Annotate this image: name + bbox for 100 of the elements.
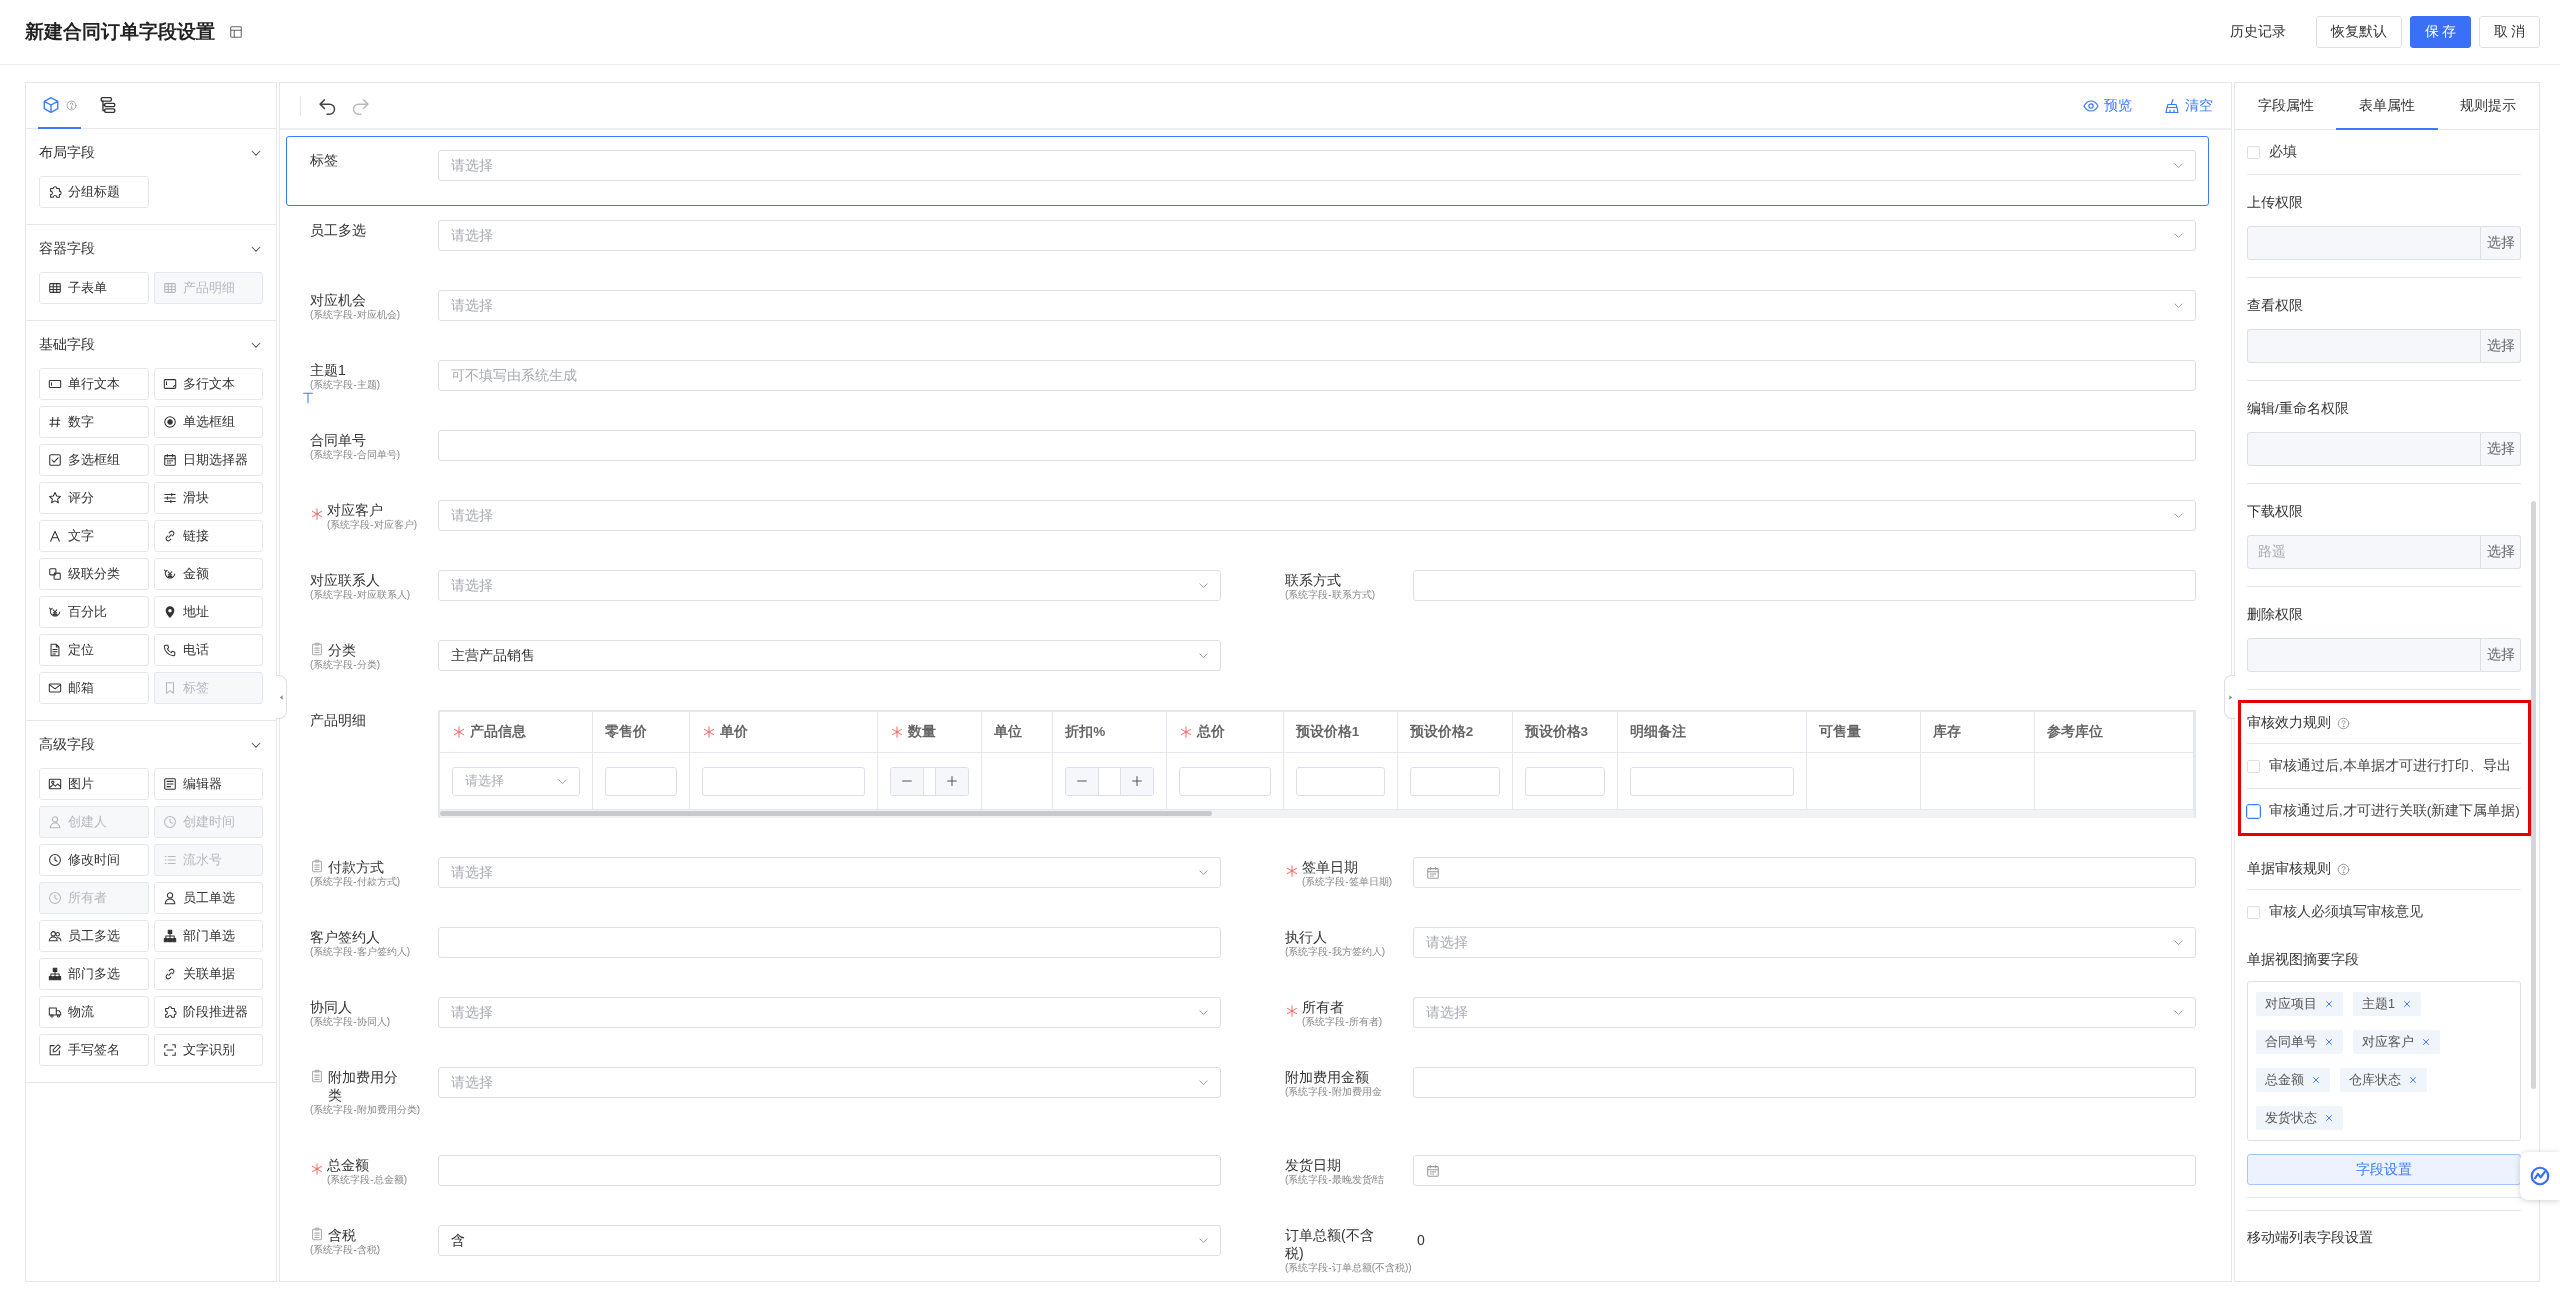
section-title: 删除权限 — [2247, 606, 2304, 624]
field-type-item[interactable]: 修改时间 — [39, 844, 149, 876]
field-note: (系统字段-联系方式) — [1285, 589, 1375, 601]
field-type-item[interactable]: 级联分类 — [39, 558, 149, 590]
field-note: (系统字段-我方签约人) — [1285, 946, 1385, 958]
field-note: (系统字段-签单日期) — [1302, 876, 1392, 888]
field-type-item[interactable]: 多行文本 — [153, 368, 263, 400]
preview-button[interactable]: 预览 — [2083, 96, 2132, 115]
field-label: 附加费用分类 — [328, 1068, 399, 1104]
column-header: 可售量 — [1807, 712, 1922, 753]
column-header: 预设价格3 — [1512, 712, 1618, 753]
section-title: 审核效力规则 — [2247, 714, 2331, 732]
field-type-item[interactable]: 金额 — [153, 558, 263, 590]
column-header: 总价 — [1167, 712, 1284, 753]
panel-tab[interactable]: 规则提示 — [2437, 83, 2539, 130]
field-type-item[interactable]: 图片 — [39, 768, 149, 800]
choose-button[interactable]: 选择 — [2481, 329, 2521, 363]
field-type-item[interactable]: 文字识别 — [153, 1034, 263, 1066]
field-type-item[interactable]: 单行文本 — [39, 368, 149, 400]
field-tag: 对应客户 — [2353, 1030, 2440, 1054]
field-type-item[interactable]: 手写签名 — [39, 1034, 149, 1066]
section-title: 查看权限 — [2247, 297, 2304, 315]
field-label: 分类 — [328, 641, 356, 659]
field-type-item[interactable]: 评分 — [39, 482, 149, 514]
field-type-item[interactable]: 部门单选 — [153, 920, 263, 952]
field-note: (系统字段-总金额) — [327, 1174, 407, 1186]
field-note: (系统字段-附加费用金 — [1285, 1086, 1382, 1098]
field-type-item[interactable]: 链接 — [153, 520, 263, 552]
field-type-item[interactable]: 分组标题 — [39, 176, 149, 208]
field-value: 0 — [1416, 1231, 1426, 1250]
field-type-item[interactable]: 员工单选 — [153, 882, 263, 914]
field-note: (系统字段-合同单号) — [310, 449, 400, 461]
section-title: 上传权限 — [2247, 194, 2304, 212]
field-settings-button[interactable]: 字段设置 — [2247, 1154, 2521, 1185]
panel-tab[interactable]: 表单属性 — [2336, 83, 2438, 130]
field-tag: 对应项目 — [2256, 992, 2343, 1016]
field-label: 总金额 — [327, 1156, 369, 1174]
choose-button[interactable]: 选择 — [2481, 226, 2521, 260]
field-note: (系统字段-协同人) — [310, 1016, 390, 1028]
field-label: 执行人 — [1285, 928, 1327, 946]
field-label: 联系方式 — [1285, 571, 1341, 589]
field-label: 含税 — [328, 1226, 356, 1244]
field-note: (系统字段-最晚发货/结 — [1285, 1174, 1385, 1186]
choose-button[interactable]: 选择 — [2481, 638, 2521, 672]
column-header: 折扣% — [1053, 712, 1168, 753]
field-note: (系统字段-对应机会) — [310, 309, 400, 321]
field-type-item[interactable]: 部门多选 — [39, 958, 149, 990]
field-label: 员工多选 — [310, 221, 366, 239]
field-note: (系统字段-含税) — [310, 1244, 380, 1256]
column-header: 参考库位 — [2035, 712, 2194, 753]
field-label: 主题1 — [310, 361, 346, 379]
field-tag: 发货状态 — [2256, 1106, 2343, 1130]
save-button[interactable]: 保存 — [2410, 16, 2471, 48]
column-header: 预设价格2 — [1397, 712, 1513, 753]
field-type-item[interactable]: 滑块 — [153, 482, 263, 514]
field-type-item[interactable]: 物流 — [39, 996, 149, 1028]
field-type-item[interactable]: 单选框组 — [153, 406, 263, 438]
field-type-item[interactable]: 阶段推进器 — [153, 996, 263, 1028]
field-tag: 仓库状态 — [2340, 1068, 2427, 1092]
field-label: 付款方式 — [328, 858, 384, 876]
field-label: 协同人 — [310, 998, 352, 1016]
tag-list-panel[interactable]: 对应项目 主题1 合同单号 对应客户 总金额 仓库状态 发货状态 — [2247, 981, 2521, 1141]
cancel-button[interactable]: 取消 — [2479, 16, 2540, 48]
field-label: 对应联系人 — [310, 571, 380, 589]
select-field[interactable]: 主营产品销售 — [438, 640, 1221, 671]
panel-tab[interactable]: 字段属性 — [2235, 83, 2337, 130]
field-type-item[interactable]: 关联单据 — [153, 958, 263, 990]
column-header: 明细备注 — [1617, 712, 1808, 753]
section-title: 高级字段 — [39, 735, 95, 754]
field-type-item[interactable]: 子表单 — [39, 272, 149, 304]
clear-button[interactable]: 清空 — [2164, 96, 2213, 115]
choose-button[interactable]: 选择 — [2481, 432, 2521, 466]
column-header: 产品信息 — [440, 712, 593, 753]
field-note: (系统字段-付款方式) — [310, 876, 400, 888]
field-label: 签单日期 — [1302, 858, 1358, 876]
field-type-item[interactable]: 日期选择器 — [153, 444, 263, 476]
restore-default-button[interactable]: 恢复默认 — [2316, 16, 2402, 48]
field-type-item[interactable]: 文字 — [39, 520, 149, 552]
field-type-item[interactable]: 员工多选 — [39, 920, 149, 952]
field-type-item[interactable]: 邮箱 — [39, 672, 149, 704]
field-type-item[interactable]: 电话 — [153, 634, 263, 666]
field-type-item[interactable]: 定位 — [39, 634, 149, 666]
field-label: 对应机会 — [310, 291, 366, 309]
field-label: 对应客户 — [327, 501, 383, 519]
field-type-item[interactable]: 百分比 — [39, 596, 149, 628]
history-link[interactable]: 历史记录 — [2230, 23, 2286, 41]
field-type-item[interactable]: 多选框组 — [39, 444, 149, 476]
selected-field-frame[interactable]: 标签 请选择 — [286, 136, 2209, 206]
section-title: 容器字段 — [39, 239, 95, 258]
field-type-item[interactable]: 数字 — [39, 406, 149, 438]
field-note: (系统字段-对应客户) — [327, 519, 417, 531]
section-title: 下载权限 — [2247, 503, 2304, 521]
field-note: (系统字段-附加费用分类) — [310, 1104, 420, 1116]
choose-button[interactable]: 选择 — [2481, 535, 2521, 569]
field-type-item[interactable]: 地址 — [153, 596, 263, 628]
field-type-item[interactable]: 编辑器 — [153, 768, 263, 800]
column-header: 单位 — [982, 712, 1054, 753]
field-note: (系统字段-订单总额(不含税)) — [1285, 1262, 1412, 1274]
select-field[interactable]: 含 — [438, 1225, 1221, 1256]
section-title: 单据视图摘要字段 — [2247, 952, 2359, 967]
